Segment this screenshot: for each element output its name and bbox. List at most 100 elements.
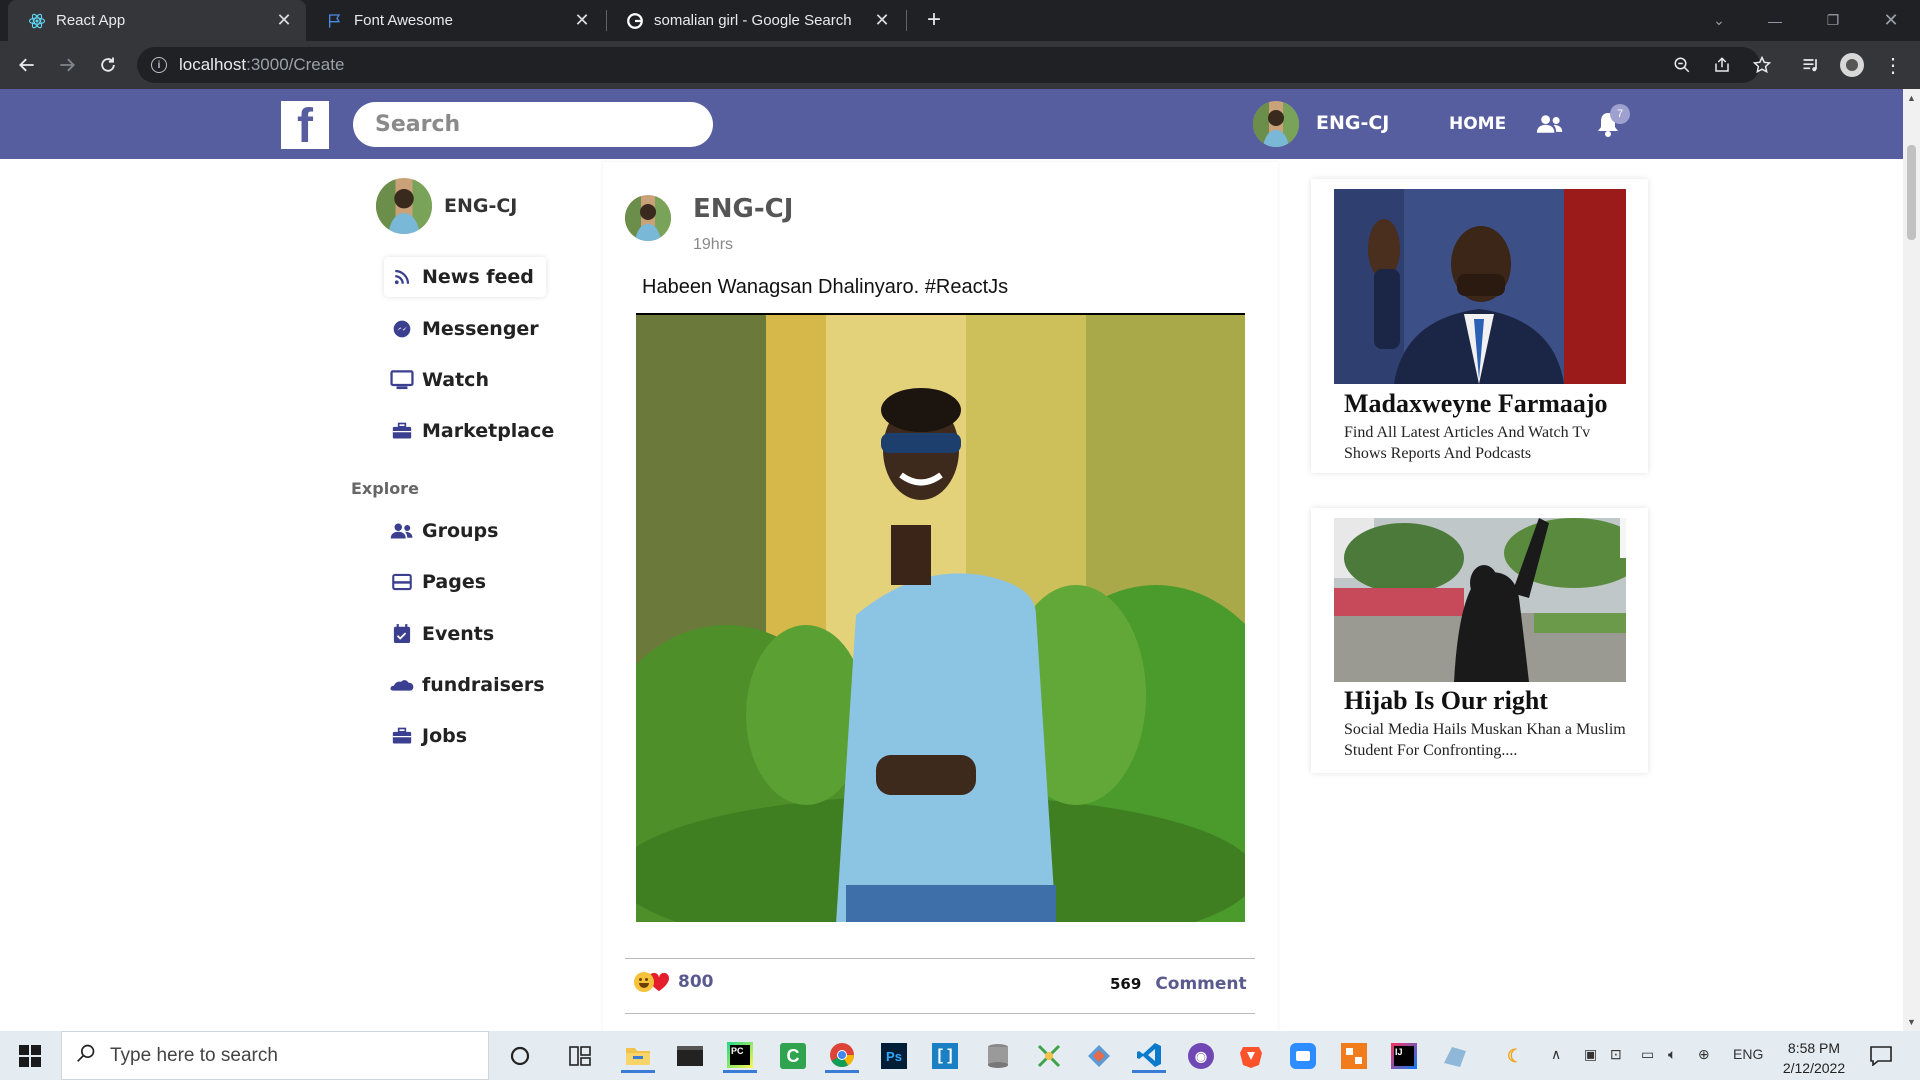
notification-center-icon[interactable]: [1864, 1039, 1898, 1073]
pycharm-icon[interactable]: PC: [723, 1039, 757, 1073]
ad-title[interactable]: Madaxweyne Farmaajo: [1344, 389, 1608, 419]
zoom-app-icon[interactable]: [1286, 1039, 1320, 1073]
profile-avatar-icon[interactable]: [1840, 53, 1864, 77]
cloud-icon: [390, 673, 414, 697]
sourcetree-icon[interactable]: [1082, 1039, 1116, 1073]
photoshop-icon[interactable]: Ps: [877, 1039, 911, 1073]
reactions[interactable]: 800: [634, 972, 714, 992]
sidebar-item-groups[interactable]: Groups: [384, 511, 498, 551]
post-author-name[interactable]: ENG-CJ: [693, 194, 793, 224]
reading-list-icon[interactable]: [1799, 53, 1823, 77]
sidebar-item-news-feed[interactable]: News feed: [384, 257, 546, 297]
file-explorer-icon[interactable]: [621, 1039, 655, 1073]
sidebar-item-messenger[interactable]: Messenger: [384, 309, 539, 349]
home-link[interactable]: HOME: [1449, 114, 1506, 134]
tab-react-app[interactable]: React App ✕: [8, 0, 306, 41]
brackets-icon[interactable]: [ ]: [928, 1039, 962, 1073]
chevron-up-icon[interactable]: ∧: [1551, 1046, 1561, 1063]
browser-menu-icon[interactable]: ⋮: [1881, 53, 1905, 77]
tray-usb-icon[interactable]: ⊡: [1610, 1046, 1622, 1063]
comment-link[interactable]: Comment: [1155, 974, 1246, 994]
ad-card[interactable]: Hijab Is Our right Social Media Hails Mu…: [1311, 508, 1648, 773]
scroll-up-icon[interactable]: ▲: [1907, 93, 1916, 103]
explore-heading: Explore: [351, 479, 419, 498]
taskbar-search-box[interactable]: Type here to search: [61, 1031, 489, 1080]
camtasia-icon[interactable]: C: [776, 1039, 810, 1073]
facebook-logo-icon[interactable]: f: [281, 101, 329, 149]
briefcase-icon: [390, 724, 414, 748]
back-button[interactable]: [11, 49, 43, 81]
ad-card[interactable]: Madaxweyne Farmaajo Find All Latest Arti…: [1311, 179, 1648, 473]
brave-icon[interactable]: [1234, 1039, 1268, 1073]
volume-icon[interactable]: 🔈︎: [1668, 1046, 1676, 1063]
xampp-icon[interactable]: [1438, 1039, 1472, 1073]
share-icon[interactable]: [1710, 53, 1734, 77]
sidebar-item-label: Messenger: [422, 318, 539, 340]
sidebar-profile[interactable]: ENG-CJ: [376, 178, 517, 234]
search-input[interactable]: [353, 102, 713, 147]
close-tab-icon[interactable]: ✕: [274, 10, 294, 31]
top-navigation: f ENG-CJ HOME 7: [0, 89, 1903, 159]
url-text: localhost:3000/Create: [179, 55, 344, 75]
ad-title[interactable]: Hijab Is Our right: [1344, 686, 1548, 716]
nav-username[interactable]: ENG-CJ: [1316, 112, 1389, 134]
ad-image[interactable]: [1334, 518, 1626, 682]
task-view-icon[interactable]: [563, 1039, 597, 1073]
cortana-icon[interactable]: [503, 1039, 537, 1073]
page-scrollbar[interactable]: ▲ ▼: [1903, 89, 1920, 1031]
nav-avatar[interactable]: [1253, 101, 1299, 147]
calendar-icon: [390, 622, 414, 646]
sidebar-item-watch[interactable]: Watch: [384, 360, 489, 400]
night-light-icon[interactable]: ☾: [1498, 1039, 1532, 1073]
sidebar-avatar[interactable]: [376, 178, 432, 234]
scroll-down-icon[interactable]: ▼: [1907, 1017, 1916, 1027]
flag-icon: [326, 12, 344, 30]
minimize-button[interactable]: —: [1752, 0, 1798, 41]
battery-icon[interactable]: ▭: [1641, 1046, 1654, 1063]
tab-google-search[interactable]: somalian girl - Google Search ✕: [606, 0, 904, 41]
terminal-icon[interactable]: [673, 1039, 707, 1073]
github-desktop-icon[interactable]: ◉: [1184, 1039, 1218, 1073]
tray-device-icon[interactable]: ▣: [1584, 1046, 1597, 1063]
chrome-icon[interactable]: [825, 1039, 859, 1073]
post-author-avatar[interactable]: [625, 195, 671, 241]
notification-badge: 7: [1610, 104, 1630, 124]
tab-search-icon[interactable]: ⌄: [1696, 0, 1742, 41]
vscode-icon[interactable]: [1132, 1039, 1166, 1073]
intellij-icon[interactable]: IJ: [1387, 1039, 1421, 1073]
scroll-thumb[interactable]: [1907, 145, 1916, 240]
site-info-icon[interactable]: i: [151, 57, 167, 73]
divider: [625, 958, 1255, 959]
new-tab-button[interactable]: +: [920, 6, 948, 34]
sidebar-item-marketplace[interactable]: Marketplace: [384, 411, 554, 451]
forward-button[interactable]: [51, 49, 83, 81]
close-window-button[interactable]: ✕: [1868, 0, 1914, 41]
ad-image[interactable]: [1334, 189, 1626, 384]
reload-button[interactable]: [92, 49, 124, 81]
post-text: Habeen Wanagsan Dhalinyaro. #ReactJs: [642, 276, 1009, 298]
close-tab-icon[interactable]: ✕: [872, 10, 892, 31]
zoom-icon[interactable]: [1670, 53, 1694, 77]
office-apps-icon[interactable]: [1337, 1039, 1371, 1073]
sidebar-item-fundraisers[interactable]: fundraisers: [384, 665, 545, 705]
sidebar-item-jobs[interactable]: Jobs: [384, 716, 467, 756]
friends-icon[interactable]: [1535, 109, 1565, 139]
rss-icon: [390, 265, 414, 289]
sidebar-item-pages[interactable]: Pages: [384, 562, 486, 602]
language-indicator[interactable]: ENG: [1733, 1046, 1763, 1062]
close-tab-icon[interactable]: ✕: [572, 10, 592, 31]
taskbar-clock[interactable]: 8:58 PM 2/12/2022: [1777, 1038, 1851, 1078]
comments-summary[interactable]: 569 Comment: [1110, 974, 1247, 994]
post-photo[interactable]: [636, 313, 1245, 922]
laugh-icon: [634, 972, 654, 992]
restore-button[interactable]: ❐: [1810, 0, 1856, 41]
sidebar-item-label: Jobs: [422, 725, 468, 747]
bookmark-star-icon[interactable]: [1750, 53, 1774, 77]
database-icon[interactable]: [981, 1039, 1015, 1073]
network-globe-icon[interactable]: ⊕: [1698, 1046, 1710, 1063]
network-tool-icon[interactable]: [1032, 1039, 1066, 1073]
windows-start-icon[interactable]: [13, 1039, 47, 1073]
sidebar-item-events[interactable]: Events: [384, 614, 494, 654]
tab-font-awesome[interactable]: Font Awesome ✕: [306, 0, 604, 41]
address-bar[interactable]: i localhost:3000/Create: [137, 47, 1760, 83]
